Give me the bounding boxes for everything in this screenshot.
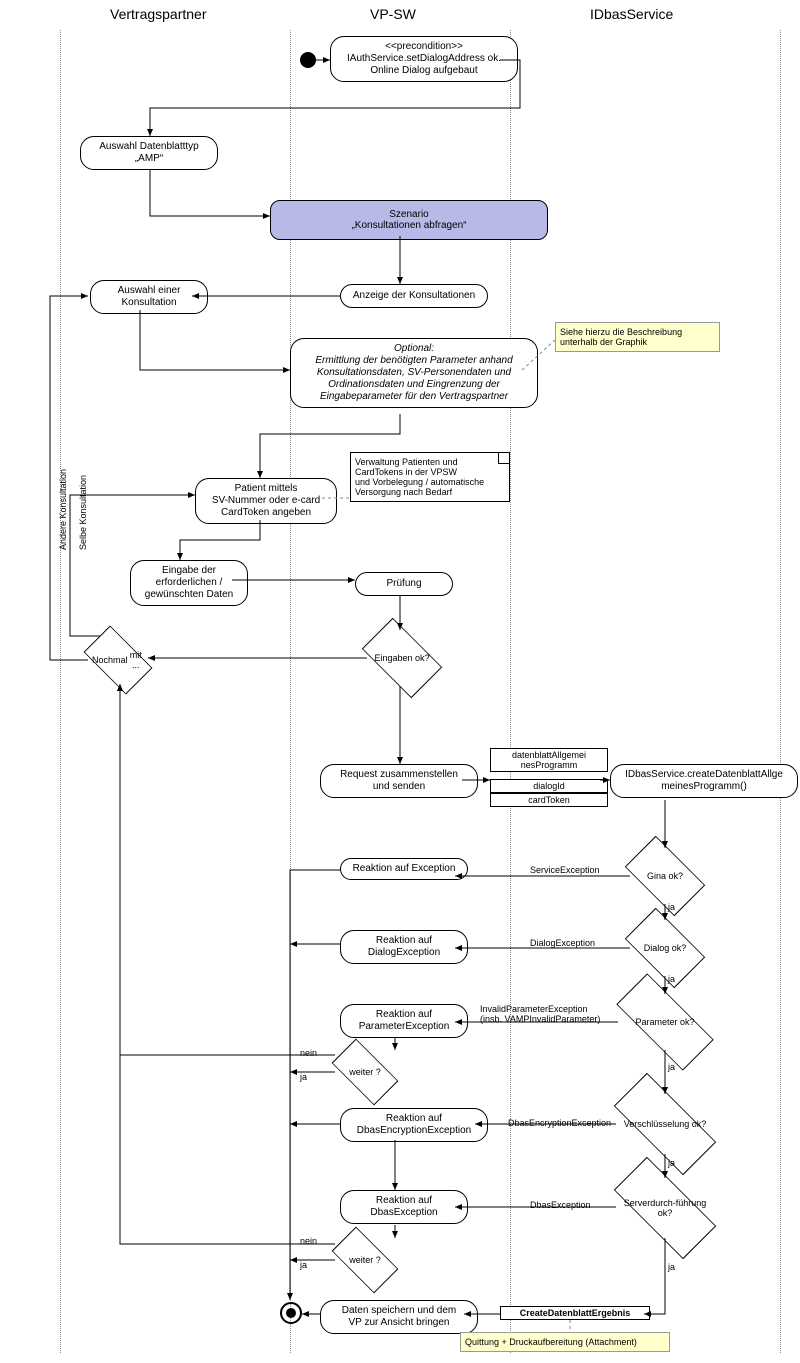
decision-encryption-ok: Verschlüsselung ok? [616, 1094, 714, 1154]
lane-header-vpsw: VP-SW [370, 6, 416, 22]
node-optional-ermittlung: Optional: Ermittlung der benötigten Para… [290, 338, 538, 408]
activity-diagram: Vertragspartner VP-SW IDbasService <<pre… [0, 0, 800, 1363]
label-andere-konsultation: Andere Konsultation [58, 469, 68, 550]
final-node [280, 1302, 302, 1324]
decision-server-ok: Serverdurch-führung ok? [616, 1178, 714, 1238]
node-auswahl-datenblatttyp: Auswahl Datenblatttyp „AMP“ [80, 136, 218, 170]
node-pruefung: Prüfung [355, 572, 453, 596]
note-beschreibung: Siehe hierzu die Beschreibung unterhalb … [555, 322, 720, 352]
label-ja: ja [668, 902, 675, 912]
node-patient-angeben: Patient mittels SV-Nummer oder e-card Ca… [195, 478, 337, 524]
note-quittung: Quittung + Druckaufbereitung (Attachment… [460, 1332, 670, 1352]
swimlane-border [780, 30, 781, 1353]
label-nein: nein [300, 1048, 317, 1058]
node-reaktion-dialogexception: Reaktion auf DialogException [340, 930, 468, 964]
decision-weiter-2: weiter ? [335, 1238, 395, 1282]
decision-dialog-ok: Dialog ok? [630, 920, 700, 976]
label-ja: ja [668, 1062, 675, 1072]
label-service-exception: ServiceException [530, 865, 600, 875]
node-daten-speichern: Daten speichern und dem VP zur Ansicht b… [320, 1300, 478, 1334]
decision-weiter-1: weiter ? [335, 1050, 395, 1094]
label-encryption-exception: DbasEncryptionException [508, 1118, 611, 1128]
label-dbas-exception: DbasException [530, 1200, 591, 1210]
node-request-senden: Request zusammenstellen und senden [320, 764, 478, 798]
param-cardtoken: cardToken [490, 793, 608, 807]
label-nein: nein [300, 1236, 317, 1246]
swimlane-border [60, 30, 61, 1353]
node-reaktion-dbasexception: Reaktion auf DbasException [340, 1190, 468, 1224]
param-dialogid: dialogId [490, 779, 608, 793]
decision-parameter-ok: Parameter ok? [618, 994, 712, 1050]
label-ja: ja [668, 1158, 675, 1168]
label-ja: ja [300, 1072, 307, 1082]
label-selbe-konsultation: Selbe Konsultation [78, 475, 88, 550]
decision-eingaben-ok: Eingaben ok? [367, 630, 437, 686]
initial-node [300, 52, 316, 68]
label-dialog-exception: DialogException [530, 938, 595, 948]
label-ja: ja [668, 974, 675, 984]
node-reaktion-parameterexception: Reaktion auf ParameterException [340, 1004, 468, 1038]
node-reaktion-encryptionexception: Reaktion auf DbasEncryptionException [340, 1108, 488, 1142]
label-ja: ja [668, 1262, 675, 1272]
node-reaktion-exception: Reaktion auf Exception [340, 858, 468, 880]
label-ja: ja [300, 1260, 307, 1270]
lane-header-idbasservice: IDbasService [590, 6, 673, 22]
param-datenblatt: datenblattAllgemeinesProgramm [490, 748, 608, 772]
lane-header-vertragspartner: Vertragspartner [110, 6, 207, 22]
node-precondition: <<precondition>> IAuthService.setDialogA… [330, 36, 518, 82]
label-invalid-parameter: InvalidParameterException(insb. VAMPInva… [480, 1004, 600, 1024]
param-createdatenblatt-ergebnis: CreateDatenblattErgebnis [500, 1306, 650, 1320]
node-anzeige-konsultationen: Anzeige der Konsultationen [340, 284, 488, 308]
subactivity-szenario: Szenario „Konsultationen abfragen“ [270, 200, 548, 240]
node-eingabe-daten: Eingabe der erforderlichen / gewünschten… [130, 560, 248, 606]
decision-gina-ok: Gina ok? [630, 848, 700, 904]
decision-nochmal: Nochmalmit ... [88, 636, 148, 684]
node-service-call: IDbasService.createDatenblattAllge meine… [610, 764, 798, 798]
node-auswahl-konsultation: Auswahl einer Konsultation [90, 280, 208, 314]
note-verwaltung: Verwaltung Patienten und CardTokens in d… [350, 452, 510, 502]
